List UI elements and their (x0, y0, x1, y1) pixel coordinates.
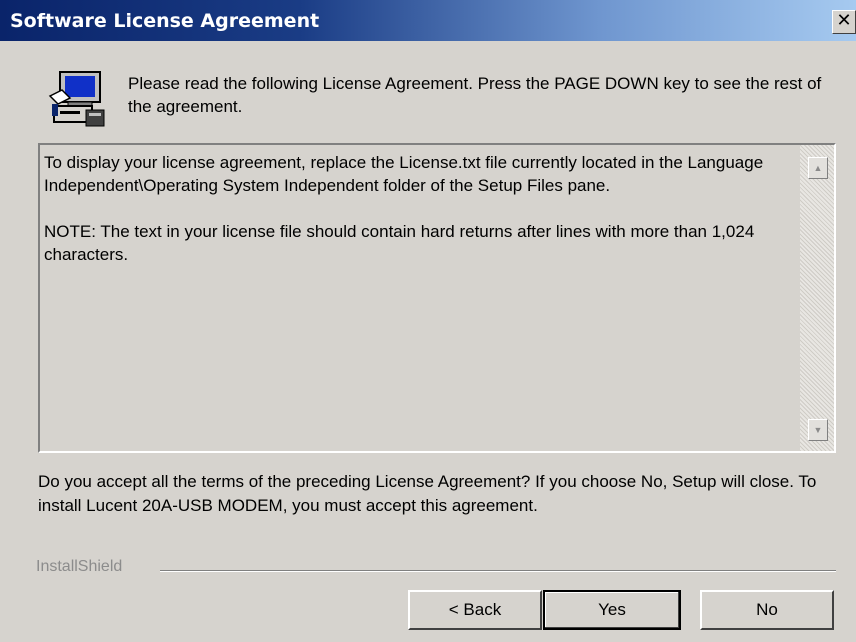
license-text-area[interactable]: To display your license agreement, repla… (38, 143, 836, 453)
license-paragraph: NOTE: The text in your license file shou… (44, 222, 755, 264)
window-title: Software License Agreement (10, 10, 320, 32)
license-content: To display your license agreement, repla… (44, 151, 794, 289)
title-bar: Software License Agreement ✕ (0, 0, 856, 41)
scroll-up-arrow-icon[interactable]: ▲ (808, 157, 828, 179)
installshield-label: InstallShield (36, 558, 123, 575)
close-icon: ✕ (836, 10, 852, 31)
scroll-down-arrow-icon[interactable]: ▼ (808, 419, 828, 441)
footer-divider (160, 570, 836, 572)
setup-computer-icon (48, 71, 105, 127)
back-button[interactable]: < Back (408, 590, 542, 630)
license-paragraph: To display your license agreement, repla… (44, 153, 764, 195)
vertical-scrollbar[interactable]: ▲ ▼ (800, 145, 834, 451)
yes-button[interactable]: Yes (543, 590, 681, 630)
accept-question-text: Do you accept all the terms of the prece… (38, 472, 817, 515)
instructions-text: Please read the following License Agreem… (128, 74, 822, 116)
close-button[interactable]: ✕ (832, 10, 856, 34)
no-button[interactable]: No (700, 590, 834, 630)
